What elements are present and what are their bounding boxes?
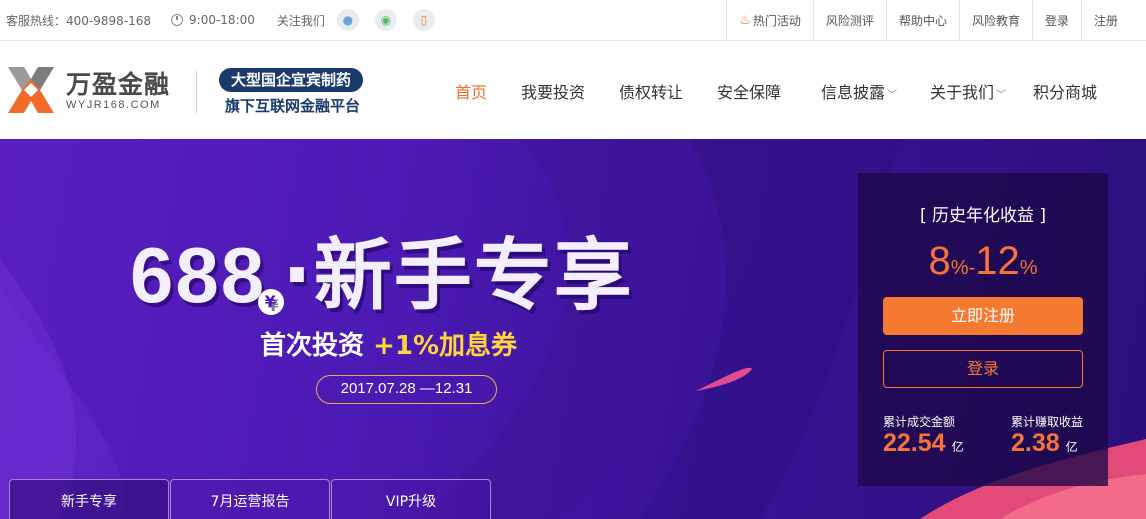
nav-disclosure[interactable]: 信息披露 ﹀ (821, 79, 897, 103)
banner-headline: 688¥·新手专享 (130, 213, 634, 325)
tab-july-report[interactable]: 7月运营报告 (170, 479, 330, 519)
top-bar-links: ♨ 热门活动 风险测评 帮助中心 风险教育 登录 注册 (726, 0, 1146, 40)
tab-newbie[interactable]: 新手专享 (9, 479, 169, 519)
yield-rate-percent: % (1019, 257, 1038, 279)
follow-us-label: 关注我们 (276, 13, 325, 28)
total-volume-label: 累计成交金额 (883, 415, 956, 429)
nav-invest[interactable]: 我要投资 (521, 79, 585, 103)
clock-icon (171, 14, 184, 26)
nav-points-mall[interactable]: 积分商城 (1033, 79, 1097, 103)
total-earnings-label: 累计赚取收益 (1011, 415, 1084, 429)
banner-subtitle-highlight: +1%加息券 (373, 331, 518, 361)
yuan-coin-icon: ¥ (258, 289, 285, 315)
wechat-icon[interactable]: ◉ (374, 9, 397, 31)
nav-security[interactable]: 安全保障 (717, 79, 781, 103)
total-earnings-value: 2.38 亿 (1011, 429, 1078, 458)
banner-tabs: 新手专享 7月运营报告 VIP升级 (9, 479, 492, 519)
yield-rate: 8%-12% (858, 239, 1108, 284)
card-login-button[interactable]: 登录 (883, 350, 1083, 388)
qq-icon[interactable]: ● (336, 9, 359, 31)
nav-disclosure-label: 信息披露 (821, 83, 886, 102)
brand-logo-icon[interactable] (8, 67, 54, 113)
yield-card-title: [ 历史年化收益 ] (919, 206, 1047, 226)
chevron-down-icon: ﹀ (996, 90, 1007, 101)
total-volume-unit: 亿 (951, 440, 964, 454)
slogan-badge: 大型国企宜宾制药 (219, 68, 364, 92)
total-earnings-unit: 亿 (1065, 440, 1078, 454)
fire-icon: ♨ (739, 12, 751, 28)
register-link[interactable]: 注册 (1080, 0, 1146, 40)
top-bar: 客服热线：400-9898-168 9:00-18:00 关注我们 ● ◉ ▯ … (0, 0, 1146, 41)
site-header: 万盈金融 WYJR168.COM 大型国企宜宾制药 旗下互联网金融平台 首页 我… (0, 41, 1146, 139)
yield-card: [ 历史年化收益 ] 8%-12% 立即注册 登录 累计成交金额 22.54 亿 … (858, 173, 1108, 486)
hot-activity-label: 热门活动 (752, 13, 801, 28)
tab-vip-upgrade[interactable]: VIP升级 (331, 479, 491, 519)
banner-subtitle: 首次投资 +1%加息券 (260, 325, 517, 362)
brand-name[interactable]: 万盈金融 (66, 65, 170, 101)
nav-debt-transfer[interactable]: 债权转让 (619, 79, 683, 103)
banner-headline-number: 688 (130, 231, 267, 319)
promo-banner[interactable]: 688¥·新手专享 首次投资 +1%加息券 2017.07.28 —12.31 … (0, 139, 1146, 519)
slogan-text: 旗下互联网金融平台 (225, 97, 361, 115)
nav-about[interactable]: 关于我们 ﹀ (930, 79, 1006, 103)
nav-home[interactable]: 首页 (455, 79, 487, 103)
header-divider (196, 71, 197, 113)
yield-rate-low: 8 (928, 239, 951, 283)
banner-subtitle-prefix: 首次投资 (260, 331, 365, 361)
yield-rate-separator: %- (950, 257, 976, 279)
total-volume-value: 22.54 亿 (883, 429, 964, 458)
register-now-button[interactable]: 立即注册 (883, 297, 1083, 335)
banner-headline-text: ·新手专享 (282, 231, 634, 321)
total-earnings-number: 2.38 (1011, 429, 1060, 457)
phone-icon[interactable]: ▯ (412, 9, 435, 31)
promo-date-range: 2017.07.28 —12.31 (316, 375, 497, 404)
chevron-down-icon: ﹀ (887, 90, 898, 101)
login-link[interactable]: 登录 (1031, 0, 1081, 40)
help-center-link[interactable]: 帮助中心 (885, 0, 959, 40)
service-hours: 9:00-18:00 (189, 13, 255, 27)
nav-about-label: 关于我们 (930, 83, 995, 102)
hotline-text: 客服热线：400-9898-168 (6, 13, 152, 28)
risk-education-link[interactable]: 风险教育 (958, 0, 1032, 40)
risk-assessment-link[interactable]: 风险测评 (812, 0, 886, 40)
yield-rate-high: 12 (975, 239, 1020, 283)
total-volume-number: 22.54 (883, 429, 946, 457)
brand-domain: WYJR168.COM (66, 99, 161, 111)
top-bar-left: 客服热线：400-9898-168 9:00-18:00 关注我们 ● ◉ ▯ (6, 0, 451, 40)
hot-activity-link[interactable]: ♨ 热门活动 (726, 0, 813, 40)
